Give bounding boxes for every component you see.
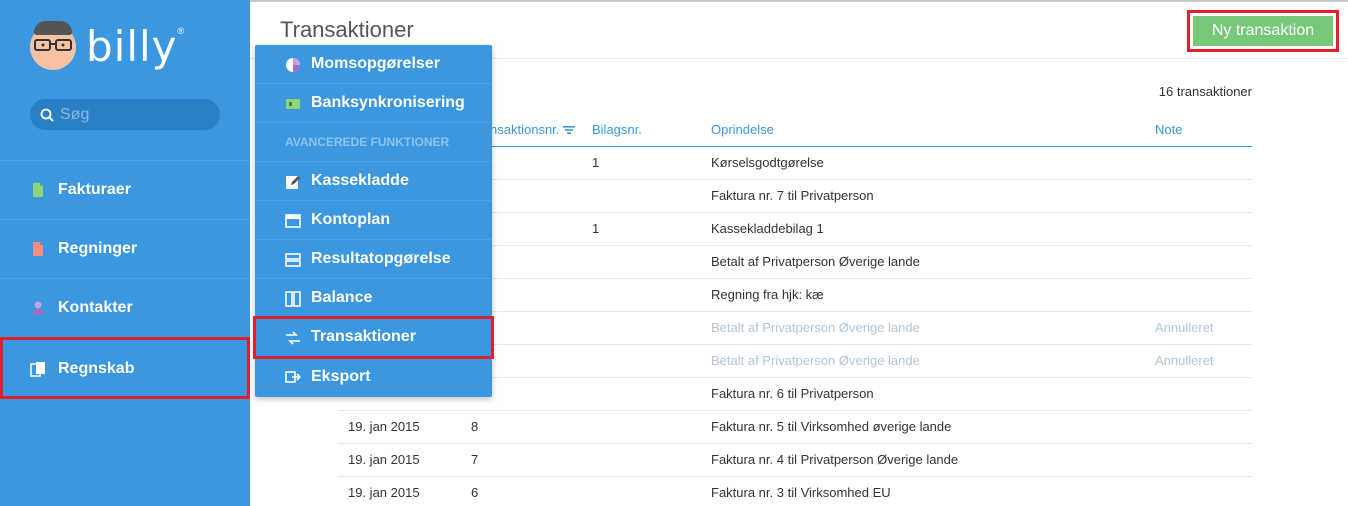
menu-item-label: Kontoplan	[311, 211, 391, 228]
cell-bilag-nr	[582, 245, 701, 279]
cell-bilag-nr	[582, 278, 701, 312]
sidebar-item-label: Regnskab	[58, 359, 135, 377]
cell-bilag-nr	[582, 377, 701, 411]
cell-bilag-nr	[582, 179, 701, 213]
new-transaction-button[interactable]: Ny transaktion	[1193, 16, 1333, 46]
cell-origin: Faktura nr. 4 til Privatperson Øverige l…	[701, 443, 1145, 477]
cell-bilag-nr	[582, 443, 701, 477]
menu-item-eksport[interactable]: Eksport	[255, 357, 492, 396]
menu-item-resultatopgorelse[interactable]: Resultatopgørelse	[255, 240, 492, 279]
menu-item-kontoplan[interactable]: Kontoplan	[255, 201, 492, 240]
chart-of-accounts-icon	[285, 214, 301, 228]
menu-item-momsopgorelser[interactable]: Momsopgørelser	[255, 45, 492, 84]
cell-note	[1145, 146, 1252, 180]
menu-item-label: Momsopgørelser	[311, 55, 440, 72]
table-row[interactable]: 19. jan 2015 6 Faktura nr. 3 til Virksom…	[338, 476, 1252, 506]
cell-origin: Kørselsgodtgørelse	[701, 146, 1145, 180]
export-icon	[285, 371, 301, 383]
cell-transaction-nr: 7	[461, 443, 582, 477]
cell-date: 19. jan 2015	[338, 410, 461, 444]
cell-note	[1145, 179, 1252, 213]
transactions-icon	[286, 331, 300, 345]
cell-origin: Kassekladdebilag 1	[701, 212, 1145, 246]
cell-note	[1145, 377, 1252, 411]
income-statement-icon	[285, 253, 301, 267]
cell-note	[1145, 443, 1252, 477]
page-title: Transaktioner	[280, 17, 414, 42]
search-input[interactable]	[60, 105, 210, 124]
logo-registered-mark: ®	[177, 26, 185, 36]
pie-chart-icon	[286, 58, 300, 72]
cell-bilag-nr	[582, 476, 701, 506]
sidebar-item-kontakter[interactable]: Kontakter	[0, 278, 250, 337]
menu-item-label: Eksport	[311, 367, 371, 385]
accounting-icon	[30, 361, 45, 377]
bank-sync-icon	[286, 99, 300, 109]
sort-icon	[563, 126, 576, 135]
cell-transaction-nr: 6	[461, 476, 582, 506]
cell-note	[1145, 410, 1252, 444]
menu-item-label: Banksynkronisering	[311, 94, 465, 111]
sidebar-item-regninger[interactable]: Regninger	[0, 219, 250, 278]
menu-item-balance[interactable]: Balance	[255, 279, 492, 318]
cell-bilag-nr: 1	[582, 146, 701, 180]
menu-item-transaktioner[interactable]: Transaktioner	[253, 316, 494, 359]
cell-bilag-nr	[582, 410, 701, 444]
sidebar: billy ® Fakturaer Regninger Kontakter Re…	[0, 0, 250, 506]
cell-origin: Faktura nr. 5 til Virksomhed øverige lan…	[701, 410, 1145, 444]
cell-date: 19. jan 2015	[338, 443, 461, 477]
cell-origin: Faktura nr. 3 til Virksomhed EU	[701, 476, 1145, 506]
transaction-count: 16 transaktioner	[1158, 84, 1252, 99]
cell-date: 19. jan 2015	[338, 476, 461, 506]
cell-note: Annulleret	[1145, 344, 1252, 378]
table-row[interactable]: 19. jan 2015 7 Faktura nr. 4 til Privatp…	[338, 443, 1252, 477]
sidebar-item-fakturaer[interactable]: Fakturaer	[0, 160, 250, 219]
menu-item-label: Kassekladde	[311, 172, 409, 189]
cell-origin: Faktura nr. 6 til Privatperson	[701, 377, 1145, 411]
menu-section-header: AVANCEREDE FUNKTIONER	[255, 123, 492, 162]
cell-bilag-nr: 1	[582, 212, 701, 246]
column-header-origin[interactable]: Oprindelse	[701, 113, 1145, 147]
search-box[interactable]	[30, 99, 220, 130]
menu-item-label: Resultatopgørelse	[311, 250, 451, 267]
menu-item-label: Balance	[311, 289, 373, 306]
cell-note: Annulleret	[1145, 311, 1252, 345]
cell-note	[1145, 278, 1252, 312]
cell-origin: Regning fra hjk: kæ	[701, 278, 1145, 312]
invoice-icon	[33, 183, 43, 197]
search-icon	[40, 108, 54, 122]
menu-item-kassekladde[interactable]: Kassekladde	[255, 162, 492, 201]
cell-note	[1145, 476, 1252, 506]
bill-icon	[33, 242, 43, 256]
edit-icon	[286, 176, 300, 189]
cell-origin: Faktura nr. 7 til Privatperson	[701, 179, 1145, 213]
menu-item-banksynkronisering[interactable]: Banksynkronisering	[255, 84, 492, 123]
accounting-dropdown-menu: Momsopgørelser Banksynkronisering AVANCE…	[253, 45, 494, 397]
column-header-note[interactable]: Note	[1145, 113, 1252, 147]
contact-icon	[32, 301, 44, 315]
cell-bilag-nr	[582, 344, 701, 378]
cell-note	[1145, 245, 1252, 279]
sidebar-item-regnskab[interactable]: Regnskab	[0, 337, 250, 399]
column-header-bilag-nr[interactable]: Bilagsnr.	[582, 113, 701, 147]
new-transaction-highlight: Ny transaktion	[1187, 10, 1339, 52]
cell-bilag-nr	[582, 311, 701, 345]
table-row[interactable]: 19. jan 2015 8 Faktura nr. 5 til Virksom…	[338, 410, 1252, 444]
sidebar-item-label: Kontakter	[58, 299, 133, 316]
sidebar-item-label: Regninger	[58, 240, 138, 257]
cell-origin: Betalt af Privatperson Øverige lande	[701, 311, 1145, 345]
cell-note	[1145, 212, 1252, 246]
logo-text: billy	[86, 22, 178, 71]
menu-item-label: Transaktioner	[311, 328, 416, 345]
cell-transaction-nr: 8	[461, 410, 582, 444]
cell-origin: Betalt af Privatperson Øverige lande	[701, 245, 1145, 279]
logo[interactable]: billy ®	[30, 21, 185, 71]
balance-icon	[285, 291, 301, 307]
cell-origin: Betalt af Privatperson Øverige lande	[701, 344, 1145, 378]
logo-mascot-icon	[30, 21, 76, 70]
sidebar-item-label: Fakturaer	[58, 181, 131, 198]
